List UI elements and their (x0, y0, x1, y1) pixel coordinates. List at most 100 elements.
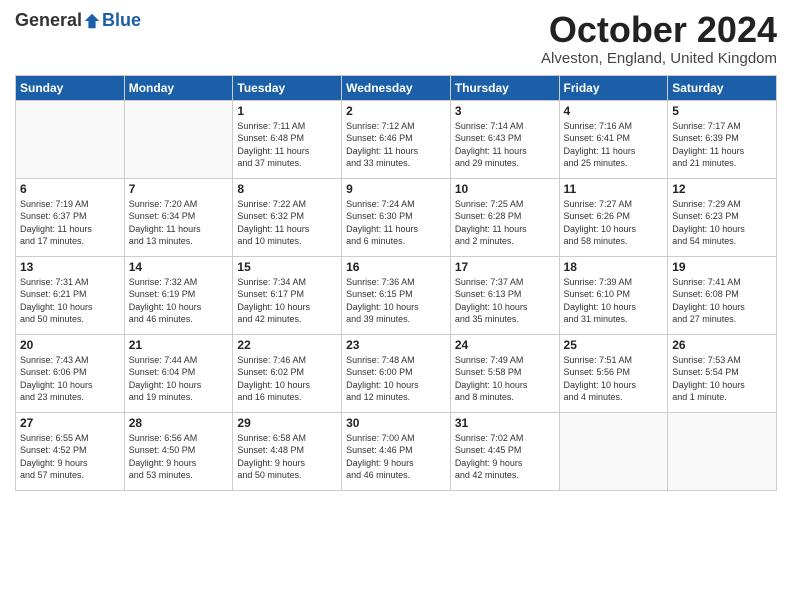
table-row: 14 Sunrise: 7:32 AM Sunset: 6:19 PM Dayli… (124, 256, 233, 334)
table-row: 20 Sunrise: 7:43 AM Sunset: 6:06 PM Dayli… (16, 334, 125, 412)
day-number: 21 (129, 338, 229, 352)
day-detail: Sunrise: 7:24 AM Sunset: 6:30 PM Dayligh… (346, 198, 446, 248)
table-row: 10 Sunrise: 7:25 AM Sunset: 6:28 PM Dayli… (450, 178, 559, 256)
day-number: 17 (455, 260, 555, 274)
day-number: 20 (20, 338, 120, 352)
table-row: 23Sunrise: 7:48 AM Sunset: 6:00 PM Dayli… (342, 334, 451, 412)
day-number: 2 (346, 104, 446, 118)
day-number: 19 (672, 260, 772, 274)
day-detail: Sunrise: 7:14 AM Sunset: 6:43 PM Dayligh… (455, 120, 555, 170)
col-thursday: Thursday (450, 75, 559, 100)
day-detail: Sunrise: 7:20 AM Sunset: 6:34 PM Dayligh… (129, 198, 229, 248)
day-detail: Sunrise: 7:25 AM Sunset: 6:28 PM Dayligh… (455, 198, 555, 248)
day-detail: Sunrise: 7:49 AM Sunset: 5:58 PM Dayligh… (455, 354, 555, 404)
col-tuesday: Tuesday (233, 75, 342, 100)
day-number: 9 (346, 182, 446, 196)
table-row: 27Sunrise: 6:55 AM Sunset: 4:52 PM Dayli… (16, 412, 125, 490)
day-detail: Sunrise: 6:58 AM Sunset: 4:48 PM Dayligh… (237, 432, 337, 482)
day-detail: Sunrise: 7:12 AM Sunset: 6:46 PM Dayligh… (346, 120, 446, 170)
logo-blue: Blue (102, 10, 141, 31)
logo-text: General Blue (15, 10, 141, 31)
table-row: 6 Sunrise: 7:19 AM Sunset: 6:37 PM Daylig… (16, 178, 125, 256)
table-row: 8Sunrise: 7:22 AM Sunset: 6:32 PM Daylig… (233, 178, 342, 256)
day-number: 11 (564, 182, 664, 196)
calendar-week-row: 27Sunrise: 6:55 AM Sunset: 4:52 PM Dayli… (16, 412, 777, 490)
day-number: 13 (20, 260, 120, 274)
day-number: 14 (129, 260, 229, 274)
day-number: 22 (237, 338, 337, 352)
header: General Blue October 2024 Alveston, Engl… (15, 10, 777, 67)
day-number: 25 (564, 338, 664, 352)
day-detail: Sunrise: 7:44 AM Sunset: 6:04 PM Dayligh… (129, 354, 229, 404)
day-detail: Sunrise: 6:56 AM Sunset: 4:50 PM Dayligh… (129, 432, 229, 482)
col-sunday: Sunday (16, 75, 125, 100)
day-detail: Sunrise: 7:48 AM Sunset: 6:00 PM Dayligh… (346, 354, 446, 404)
day-number: 24 (455, 338, 555, 352)
table-row: 3 Sunrise: 7:14 AM Sunset: 6:43 PM Daylig… (450, 100, 559, 178)
day-number: 29 (237, 416, 337, 430)
table-row: 21 Sunrise: 7:44 AM Sunset: 6:04 PM Dayli… (124, 334, 233, 412)
logo-general: General (15, 10, 82, 31)
day-number: 18 (564, 260, 664, 274)
col-wednesday: Wednesday (342, 75, 451, 100)
day-number: 4 (564, 104, 664, 118)
day-number: 7 (129, 182, 229, 196)
calendar-week-row: 13 Sunrise: 7:31 AM Sunset: 6:21 PM Dayli… (16, 256, 777, 334)
col-saturday: Saturday (668, 75, 777, 100)
table-row (124, 100, 233, 178)
day-detail: Sunrise: 7:51 AM Sunset: 5:56 PM Dayligh… (564, 354, 664, 404)
day-detail: Sunrise: 7:37 AM Sunset: 6:13 PM Dayligh… (455, 276, 555, 326)
calendar-week-row: 20 Sunrise: 7:43 AM Sunset: 6:06 PM Dayli… (16, 334, 777, 412)
title-block: October 2024 Alveston, England, United K… (541, 10, 777, 67)
day-detail: Sunrise: 7:19 AM Sunset: 6:37 PM Dayligh… (20, 198, 120, 248)
table-row: 17 Sunrise: 7:37 AM Sunset: 6:13 PM Dayli… (450, 256, 559, 334)
location: Alveston, England, United Kingdom (541, 50, 777, 67)
table-row: 5 Sunrise: 7:17 AM Sunset: 6:39 PM Daylig… (668, 100, 777, 178)
calendar-week-row: 6 Sunrise: 7:19 AM Sunset: 6:37 PM Daylig… (16, 178, 777, 256)
day-number: 5 (672, 104, 772, 118)
logo-icon (83, 12, 101, 30)
day-detail: Sunrise: 7:27 AM Sunset: 6:26 PM Dayligh… (564, 198, 664, 248)
table-row (668, 412, 777, 490)
day-detail: Sunrise: 7:43 AM Sunset: 6:06 PM Dayligh… (20, 354, 120, 404)
day-number: 3 (455, 104, 555, 118)
day-number: 1 (237, 104, 337, 118)
page: General Blue October 2024 Alveston, Engl… (0, 0, 792, 612)
table-row: 9 Sunrise: 7:24 AM Sunset: 6:30 PM Daylig… (342, 178, 451, 256)
month-title: October 2024 (541, 10, 777, 50)
table-row: 12Sunrise: 7:29 AM Sunset: 6:23 PM Dayli… (668, 178, 777, 256)
table-row: 7 Sunrise: 7:20 AM Sunset: 6:34 PM Daylig… (124, 178, 233, 256)
table-row: 11 Sunrise: 7:27 AM Sunset: 6:26 PM Dayli… (559, 178, 668, 256)
calendar-week-row: 1Sunrise: 7:11 AM Sunset: 6:48 PM Daylig… (16, 100, 777, 178)
table-row: 29 Sunrise: 6:58 AM Sunset: 4:48 PM Dayli… (233, 412, 342, 490)
table-row: 15Sunrise: 7:34 AM Sunset: 6:17 PM Dayli… (233, 256, 342, 334)
table-row: 24 Sunrise: 7:49 AM Sunset: 5:58 PM Dayli… (450, 334, 559, 412)
day-number: 6 (20, 182, 120, 196)
day-number: 12 (672, 182, 772, 196)
table-row: 1Sunrise: 7:11 AM Sunset: 6:48 PM Daylig… (233, 100, 342, 178)
calendar-header-row: Sunday Monday Tuesday Wednesday Thursday… (16, 75, 777, 100)
table-row: 16 Sunrise: 7:36 AM Sunset: 6:15 PM Dayli… (342, 256, 451, 334)
table-row (16, 100, 125, 178)
day-number: 28 (129, 416, 229, 430)
day-number: 27 (20, 416, 120, 430)
day-detail: Sunrise: 7:36 AM Sunset: 6:15 PM Dayligh… (346, 276, 446, 326)
day-number: 30 (346, 416, 446, 430)
day-number: 10 (455, 182, 555, 196)
day-detail: Sunrise: 7:17 AM Sunset: 6:39 PM Dayligh… (672, 120, 772, 170)
day-detail: Sunrise: 7:41 AM Sunset: 6:08 PM Dayligh… (672, 276, 772, 326)
day-number: 16 (346, 260, 446, 274)
day-detail: Sunrise: 7:39 AM Sunset: 6:10 PM Dayligh… (564, 276, 664, 326)
table-row: 19 Sunrise: 7:41 AM Sunset: 6:08 PM Dayli… (668, 256, 777, 334)
day-number: 8 (237, 182, 337, 196)
table-row: 22Sunrise: 7:46 AM Sunset: 6:02 PM Dayli… (233, 334, 342, 412)
col-monday: Monday (124, 75, 233, 100)
table-row: 25 Sunrise: 7:51 AM Sunset: 5:56 PM Dayli… (559, 334, 668, 412)
calendar-table: Sunday Monday Tuesday Wednesday Thursday… (15, 75, 777, 491)
day-detail: Sunrise: 7:34 AM Sunset: 6:17 PM Dayligh… (237, 276, 337, 326)
day-detail: Sunrise: 7:32 AM Sunset: 6:19 PM Dayligh… (129, 276, 229, 326)
logo: General Blue (15, 10, 141, 31)
day-number: 26 (672, 338, 772, 352)
day-detail: Sunrise: 7:53 AM Sunset: 5:54 PM Dayligh… (672, 354, 772, 404)
day-detail: Sunrise: 7:31 AM Sunset: 6:21 PM Dayligh… (20, 276, 120, 326)
